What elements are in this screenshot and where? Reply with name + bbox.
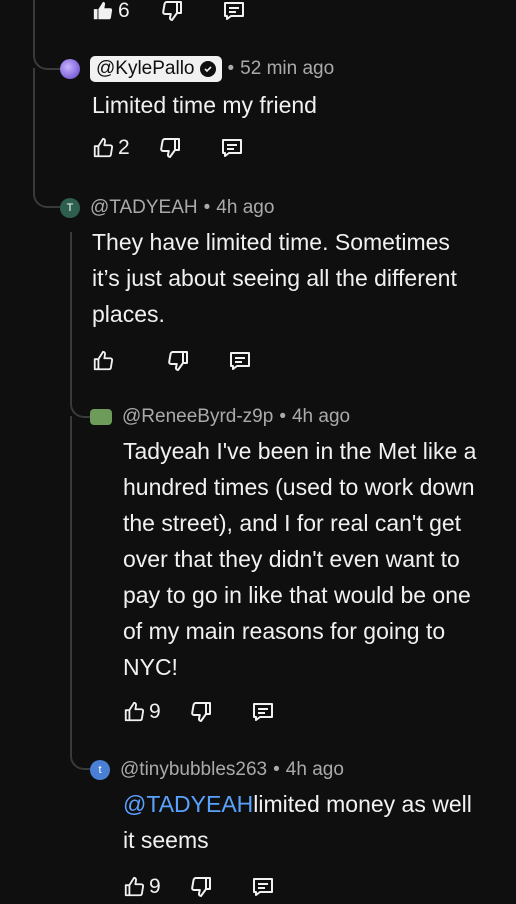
comment-kylepallo: @KylePallo • 52 min ago Limited time my …	[60, 55, 334, 165]
separator: •	[227, 58, 235, 79]
timestamp[interactable]: 52 min ago	[240, 58, 334, 80]
like-button[interactable]: 9	[123, 700, 161, 724]
dislike-button[interactable]	[189, 700, 213, 724]
avatar[interactable]	[60, 59, 80, 79]
comment-text: Limited time my friend	[92, 92, 317, 118]
mention-link[interactable]: @TADYEAH	[123, 791, 253, 817]
reply-button[interactable]	[222, 0, 246, 23]
like-count: 9	[149, 700, 161, 723]
thumbs-down-icon	[190, 702, 211, 722]
action-bar-top: 6	[92, 0, 246, 28]
thumbs-up-icon	[93, 1, 113, 20]
like-count: 9	[149, 875, 161, 898]
action-bar: 2	[92, 131, 334, 165]
avatar[interactable]: t	[90, 760, 110, 780]
thumbs-down-icon	[190, 877, 211, 897]
separator: •	[273, 759, 280, 780]
dislike-button[interactable]	[166, 349, 190, 373]
like-count: 2	[118, 136, 130, 159]
avatar[interactable]	[90, 409, 112, 425]
comment-icon	[223, 2, 244, 20]
like-button[interactable]	[92, 350, 118, 372]
comment-text: They have limited time. Sometimes it’s j…	[92, 229, 457, 327]
thread-branch-kylepallo	[33, 40, 61, 70]
reply-button[interactable]	[220, 136, 244, 160]
thumbs-down-icon	[159, 138, 180, 158]
like-button[interactable]: 6	[92, 0, 130, 23]
avatar[interactable]: T	[60, 198, 80, 218]
separator: •	[279, 406, 286, 427]
thumbs-up-icon	[124, 701, 145, 722]
timestamp[interactable]: 4h ago	[292, 406, 350, 428]
thumbs-down-icon	[168, 351, 188, 371]
comment-header: T @TADYEAH • 4h ago	[60, 194, 457, 222]
dislike-button[interactable]	[189, 875, 213, 899]
thread-line-main-2	[33, 68, 35, 180]
reply-button[interactable]	[228, 349, 252, 373]
action-bar: 9	[123, 870, 472, 904]
thumbs-up-icon	[93, 137, 114, 158]
action-bar	[92, 344, 457, 378]
thread-line-main	[33, 0, 35, 40]
comment-icon	[221, 139, 242, 157]
like-button[interactable]: 9	[123, 875, 161, 899]
author-badge[interactable]: @KylePallo	[90, 56, 222, 82]
author-name: @KylePallo	[96, 58, 195, 79]
thumbs-down-icon	[161, 1, 182, 21]
comment-icon	[252, 703, 273, 721]
comment-tadyeah: T @TADYEAH • 4h ago They have limited ti…	[60, 194, 457, 378]
like-count: 6	[118, 0, 130, 22]
comment-header: @ReneeByrd-z9p • 4h ago	[90, 403, 476, 431]
thumbs-up-icon	[93, 350, 114, 371]
thread-branch-tadyeah	[33, 180, 61, 208]
comment-text: @TADYEAHlimited money as well it seems	[123, 786, 472, 858]
separator: •	[203, 197, 211, 218]
comment-header: t @tinybubbles263 • 4h ago	[90, 756, 472, 784]
comment-tinybubbles: t @tinybubbles263 • 4h ago @TADYEAHlimit…	[90, 756, 472, 904]
author-name[interactable]: @TADYEAH	[90, 197, 198, 219]
reply-button[interactable]	[251, 875, 275, 899]
thread-branch-renee	[70, 392, 90, 418]
thumbs-up-icon	[124, 876, 145, 897]
comment-icon	[252, 878, 273, 896]
comment-text: Tadyeah I've been in the Met like a hund…	[123, 438, 477, 680]
like-button[interactable]: 2	[92, 136, 130, 160]
timestamp[interactable]: 4h ago	[286, 759, 344, 781]
action-bar: 9	[123, 695, 476, 729]
verified-check-icon	[199, 61, 216, 77]
dislike-button[interactable]	[158, 136, 182, 160]
dislike-button[interactable]	[160, 0, 184, 23]
author-name[interactable]: @tinybubbles263	[120, 759, 267, 781]
comment-icon	[230, 352, 250, 370]
author-name[interactable]: @ReneeByrd-z9p	[122, 406, 273, 428]
comment-header: @KylePallo • 52 min ago	[60, 55, 334, 83]
timestamp[interactable]: 4h ago	[216, 197, 274, 219]
thread-branch-tinybubbles	[70, 744, 90, 770]
comment-reneebyrd: @ReneeByrd-z9p • 4h ago Tadyeah I've bee…	[90, 403, 476, 729]
reply-button[interactable]	[251, 700, 275, 724]
thread-line-replies-2	[70, 416, 72, 744]
